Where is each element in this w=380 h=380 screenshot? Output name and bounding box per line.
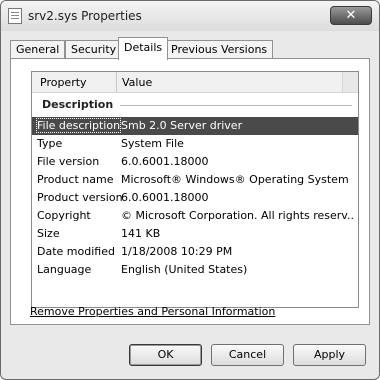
window-title: srv2.sys Properties (28, 9, 142, 23)
property-value: 141 KB (121, 227, 161, 240)
property-name: Product version (37, 191, 123, 204)
property-value: 1/18/2008 10:29 PM (121, 245, 233, 258)
property-name: Date modified (37, 245, 115, 258)
table-row[interactable]: File description Smb 2.0 Server driver (32, 117, 358, 135)
property-value: 6.0.6001.18000 (121, 155, 209, 168)
cancel-button[interactable]: Cancel (211, 344, 284, 366)
property-list[interactable]: Property Value Description File descript… (31, 71, 359, 308)
group-divider (120, 105, 352, 106)
details-panel: Property Value Description File descript… (10, 58, 370, 325)
property-value: English (United States) (121, 263, 248, 276)
table-row[interactable]: Language English (United States) (32, 261, 358, 279)
property-name: Language (37, 263, 92, 276)
property-value: System File (121, 137, 184, 150)
properties-dialog: srv2.sys Properties ✕ General Security D… (0, 0, 380, 380)
remove-properties-link[interactable]: Remove Properties and Personal Informati… (30, 305, 275, 318)
close-button[interactable]: ✕ (330, 6, 372, 25)
property-value: Microsoft® Windows® Operating System (121, 173, 349, 186)
property-value: 6.0.6001.18000 (121, 191, 209, 204)
property-name: Type (37, 137, 63, 150)
table-row[interactable]: File version 6.0.6001.18000 (32, 153, 358, 171)
property-name: Copyright (37, 209, 91, 222)
apply-button[interactable]: Apply (293, 344, 366, 366)
table-row[interactable]: Product name Microsoft® Windows® Operati… (32, 171, 358, 189)
column-header-value[interactable]: Value (122, 76, 152, 89)
tab-previous-versions[interactable]: Previous Versions (165, 40, 274, 58)
column-divider[interactable] (116, 72, 117, 92)
table-row[interactable]: Product version 6.0.6001.18000 (32, 189, 358, 207)
tab-security[interactable]: Security (65, 40, 123, 58)
table-row[interactable]: Copyright © Microsoft Corporation. All r… (32, 207, 358, 225)
property-name: Product name (37, 173, 114, 186)
document-icon (8, 8, 22, 24)
table-row[interactable]: Size 141 KB (32, 225, 358, 243)
property-value: © Microsoft Corporation. All rights rese… (121, 209, 353, 222)
list-header: Property Value (32, 72, 358, 93)
group-header-description: Description (42, 98, 114, 111)
tab-general[interactable]: General (10, 40, 66, 58)
tab-strip: General Security Details Previous Versio… (10, 37, 379, 60)
table-row[interactable]: Date modified 1/18/2008 10:29 PM (32, 243, 358, 261)
property-name: Size (37, 227, 60, 240)
property-name: File version (37, 155, 100, 168)
scrollbar-corner (342, 72, 358, 92)
tab-details[interactable]: Details (118, 37, 169, 60)
ok-button[interactable]: OK (129, 344, 202, 366)
table-row[interactable]: Type System File (32, 135, 358, 153)
property-value: Smb 2.0 Server driver (121, 119, 243, 132)
column-header-property[interactable]: Property (40, 76, 87, 89)
property-name: File description (35, 118, 122, 133)
title-bar[interactable]: srv2.sys Properties ✕ (1, 1, 379, 31)
